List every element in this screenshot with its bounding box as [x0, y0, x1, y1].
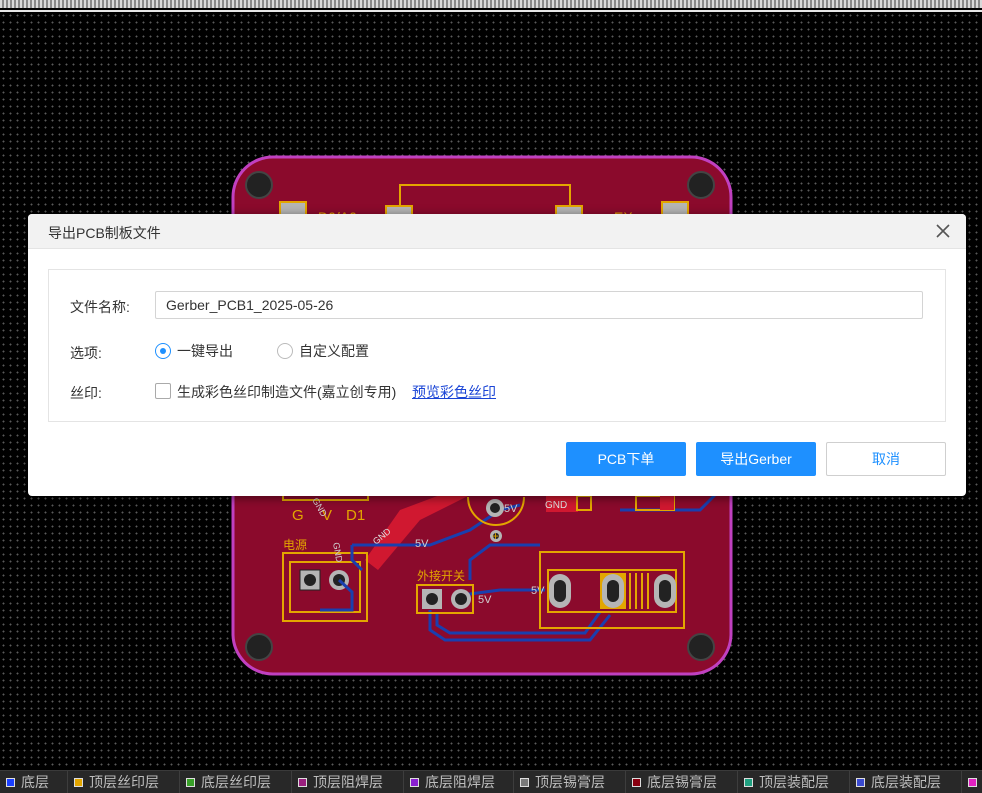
- layer-label: 底层丝印层: [201, 774, 271, 790]
- close-icon[interactable]: [934, 222, 952, 240]
- slot-pad: [607, 580, 619, 602]
- radio-checked-icon: [155, 343, 171, 359]
- layer-item[interactable]: 顶层锡膏层: [514, 771, 626, 793]
- silkscreen-label: 丝印:: [70, 385, 102, 401]
- mounting-hole: [245, 633, 273, 661]
- pad: [455, 593, 467, 605]
- label-gnd: GND: [545, 500, 567, 511]
- options-label: 选项:: [70, 345, 102, 361]
- color-silkscreen-checkbox[interactable]: [155, 383, 171, 399]
- pad: [304, 574, 316, 586]
- label-5v: 5V: [478, 594, 492, 606]
- slot-pad: [554, 580, 566, 602]
- pad: [490, 503, 500, 513]
- label-plus: +: [492, 529, 499, 543]
- layer-item[interactable]: 顶层丝印层: [68, 771, 180, 793]
- label-5v: 5V: [531, 585, 545, 597]
- radio-unchecked-icon: [277, 343, 293, 359]
- radio-one-click-label: 一键导出: [177, 343, 233, 359]
- layer-item[interactable]: 底层锡膏层: [626, 771, 738, 793]
- label-ext-switch: 外接开关: [417, 568, 465, 583]
- options-panel: 文件名称: Gerber_PCB1_2025-05-26 选项: 一键导出 自定…: [48, 269, 946, 422]
- dialog-title: 导出PCB制板文件: [48, 225, 161, 241]
- layer-label: 底层锡膏层: [647, 774, 717, 790]
- label-5v: 5V: [504, 503, 518, 515]
- layer-bar: 底层 顶层丝印层 底层丝印层 顶层阻焊层 底层阻焊层 顶层锡膏层 底层锡膏层 顶层装配层 底层装…: [0, 770, 982, 793]
- layer-label: 顶层阻焊层: [313, 774, 383, 790]
- filename-label: 文件名称:: [70, 299, 130, 315]
- layer-label: 顶层锡膏层: [535, 774, 605, 790]
- layer-item[interactable]: 顶层装配层: [738, 771, 850, 793]
- slot-pad: [659, 580, 671, 602]
- export-pcb-dialog: 导出PCB制板文件 文件名称: Gerber_PCB1_2025-05-26 选…: [28, 214, 966, 496]
- layer-item[interactable]: 底层: [0, 771, 68, 793]
- label-power: 电源: [283, 538, 307, 552]
- layer-item[interactable]: 底层丝印层: [180, 771, 292, 793]
- layer-color-swatch: [6, 777, 15, 787]
- radio-custom-config[interactable]: 自定义配置: [277, 342, 369, 360]
- color-silkscreen-text: 生成彩色丝印制造文件(嘉立创专用): [177, 384, 397, 400]
- layer-label: 底层阻焊层: [425, 774, 495, 790]
- layer-label: 顶层丝印层: [89, 774, 159, 790]
- copper-pad-area: [660, 496, 674, 510]
- top-ruler: [0, 0, 982, 8]
- layer-color-swatch: [856, 777, 865, 787]
- layer-color-swatch: [744, 777, 753, 787]
- layer-color-swatch: [74, 777, 83, 787]
- layer-color-swatch: [298, 777, 307, 787]
- dialog-header: 导出PCB制板文件: [28, 214, 966, 249]
- layer-item[interactable]: 顶层阻焊层: [292, 771, 404, 793]
- layer-color-swatch: [968, 777, 977, 787]
- pcb-order-button[interactable]: PCB下单: [566, 442, 686, 476]
- filename-input[interactable]: Gerber_PCB1_2025-05-26: [155, 291, 923, 319]
- mounting-hole: [687, 633, 715, 661]
- layer-label: 顶层装配层: [759, 774, 829, 790]
- layer-label: 底层: [21, 774, 49, 790]
- layer-item[interactable]: 底层装配层: [850, 771, 962, 793]
- pad: [426, 593, 438, 605]
- label-g: G: [292, 507, 304, 524]
- radio-one-click-export[interactable]: 一键导出: [155, 342, 233, 360]
- mounting-hole: [245, 171, 273, 199]
- cancel-button[interactable]: 取消: [826, 442, 946, 476]
- layer-color-swatch: [632, 777, 641, 787]
- layer-label: 底层装配层: [871, 774, 941, 790]
- layer-item[interactable]: [962, 771, 982, 793]
- radio-custom-label: 自定义配置: [299, 343, 369, 359]
- label-5v: 5V: [415, 538, 429, 550]
- preview-color-silkscreen-link[interactable]: 预览彩色丝印: [412, 382, 496, 402]
- export-gerber-button[interactable]: 导出Gerber: [696, 442, 816, 476]
- layer-color-swatch: [520, 777, 529, 787]
- layer-color-swatch: [186, 777, 195, 787]
- layer-item[interactable]: 底层阻焊层: [404, 771, 514, 793]
- mounting-hole: [687, 171, 715, 199]
- label-d1: D1: [346, 507, 365, 524]
- layer-color-swatch: [410, 777, 419, 787]
